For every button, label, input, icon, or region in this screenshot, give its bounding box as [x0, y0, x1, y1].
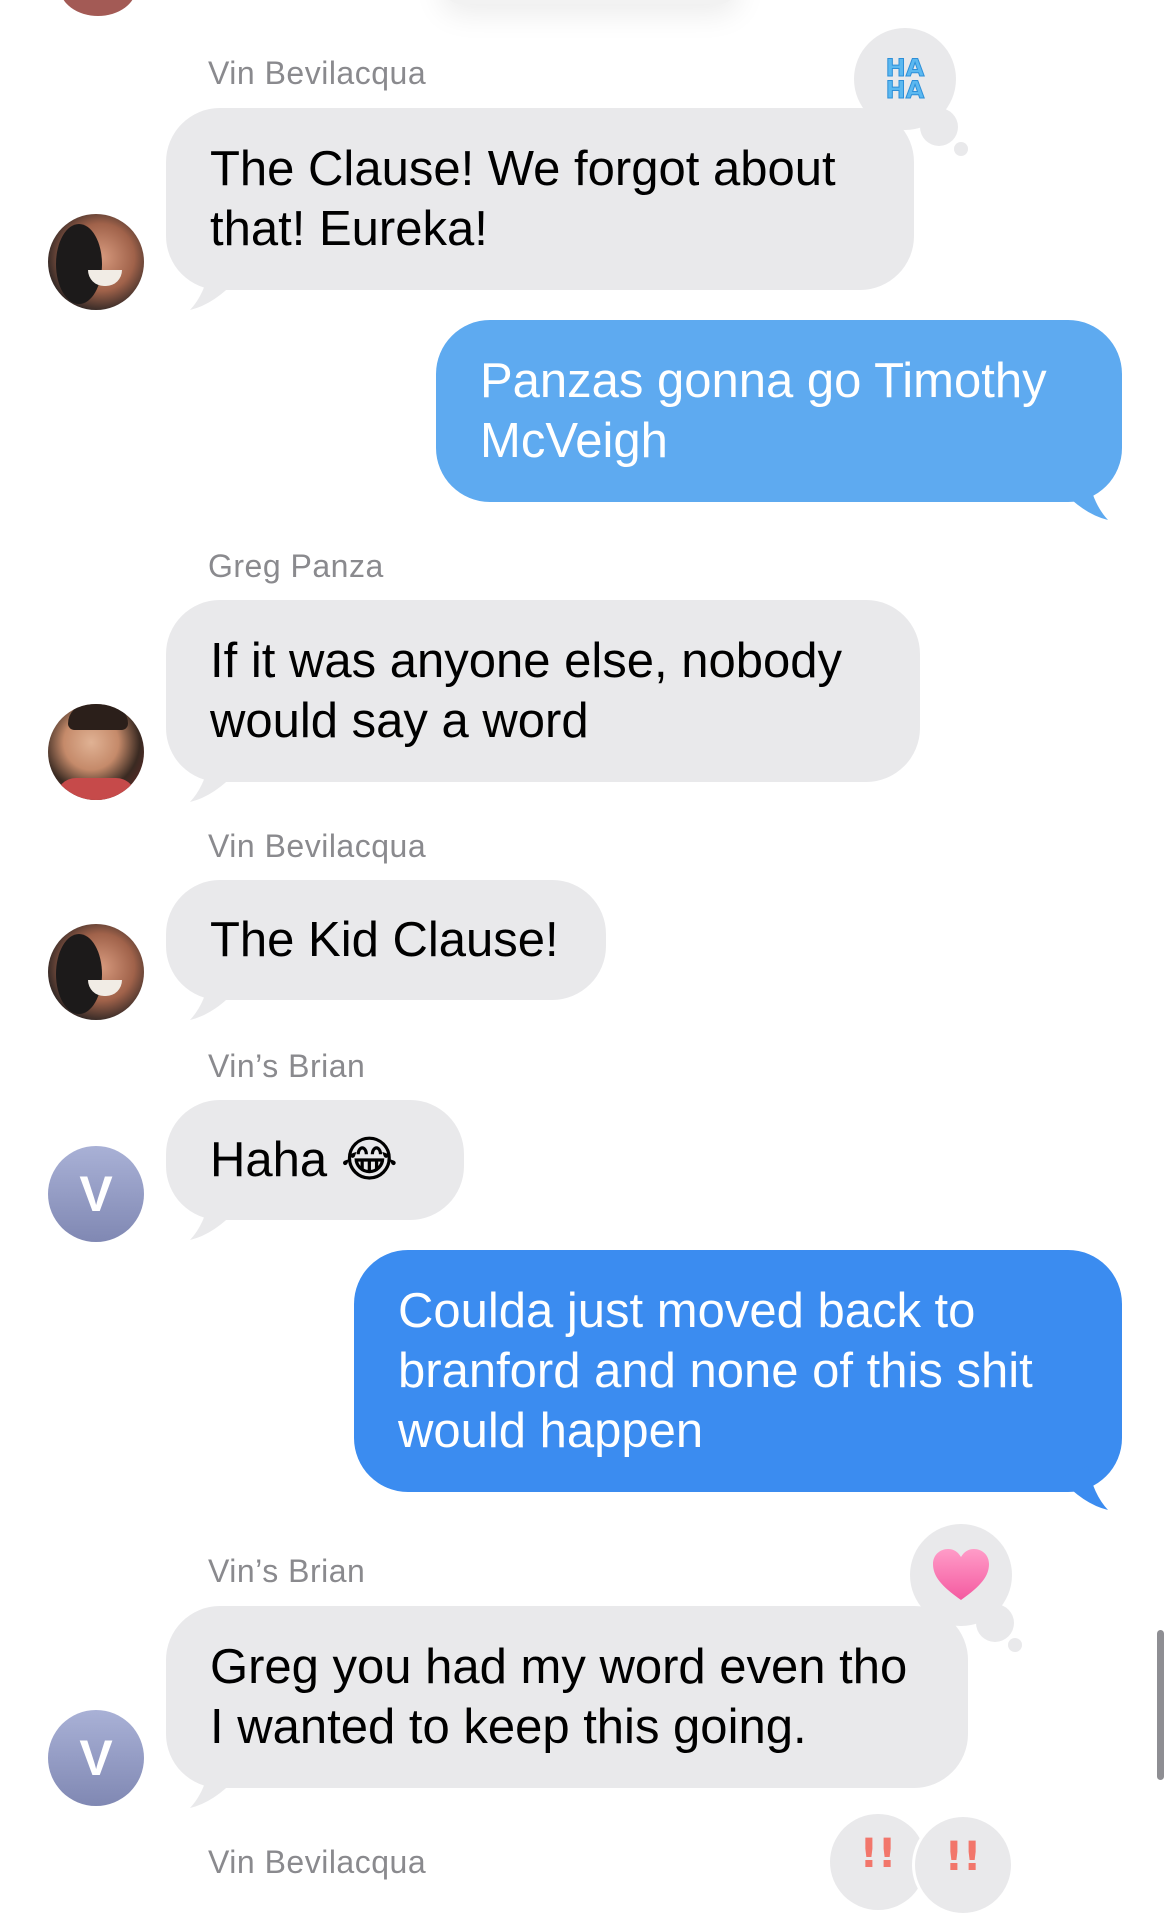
avatar — [48, 924, 144, 1020]
message-text: Coulda just moved back to branford and n… — [398, 1284, 1033, 1458]
sender-name: Vin Bevilacqua — [208, 1844, 427, 1880]
avatar-clipped — [60, 0, 136, 16]
heart-icon — [933, 1549, 989, 1600]
avatar-initial: V — [79, 1730, 113, 1786]
message-bubble[interactable]: The Clause! We forgot about that! Eureka… — [166, 108, 914, 290]
bubble-tail — [190, 758, 238, 802]
bubble-tail — [1060, 1466, 1108, 1510]
avatar-initial: V — [79, 1166, 113, 1222]
message-text: Haha 😂 — [210, 1133, 399, 1187]
message-bubble[interactable]: Panzas gonna go Timothy McVeigh — [436, 320, 1122, 502]
sender-name: Greg Panza — [208, 548, 384, 584]
message-text: The Kid Clause! — [210, 913, 559, 967]
bubble-tail — [190, 976, 238, 1020]
avatar — [48, 214, 144, 310]
message-bubble[interactable]: Greg you had my word even tho I wanted t… — [166, 1606, 968, 1788]
message-text: Greg you had my word even tho I wanted t… — [210, 1640, 908, 1754]
scroll-indicator[interactable] — [1157, 1630, 1164, 1780]
message-text: The Clause! We forgot about that! Eureka… — [210, 142, 836, 256]
avatar — [48, 704, 144, 800]
avatar: V — [48, 1710, 144, 1806]
bubble-tail — [190, 266, 238, 310]
message-text: Panzas gonna go Timothy McVeigh — [480, 354, 1047, 468]
sender-name: Vin Bevilacqua — [208, 55, 427, 91]
sender-name: Vin’s Brian — [208, 1048, 366, 1084]
sender-name: Vin’s Brian — [208, 1553, 366, 1589]
message-bubble[interactable]: Coulda just moved back to branford and n… — [354, 1250, 1122, 1492]
bubble-tail — [1060, 476, 1108, 520]
avatar: V — [48, 1146, 144, 1242]
exclamation-icon: !! — [859, 1831, 897, 1877]
message-bubble[interactable]: If it was anyone else, nobody would say … — [166, 600, 920, 782]
message-text: If it was anyone else, nobody would say … — [210, 634, 842, 748]
sender-name: Vin Bevilacqua — [208, 828, 427, 864]
shadow-remnant — [440, 0, 740, 4]
exclamation-icon: !! — [944, 1834, 982, 1880]
bubble-tail — [190, 1764, 238, 1808]
bubble-tail — [190, 1196, 238, 1240]
